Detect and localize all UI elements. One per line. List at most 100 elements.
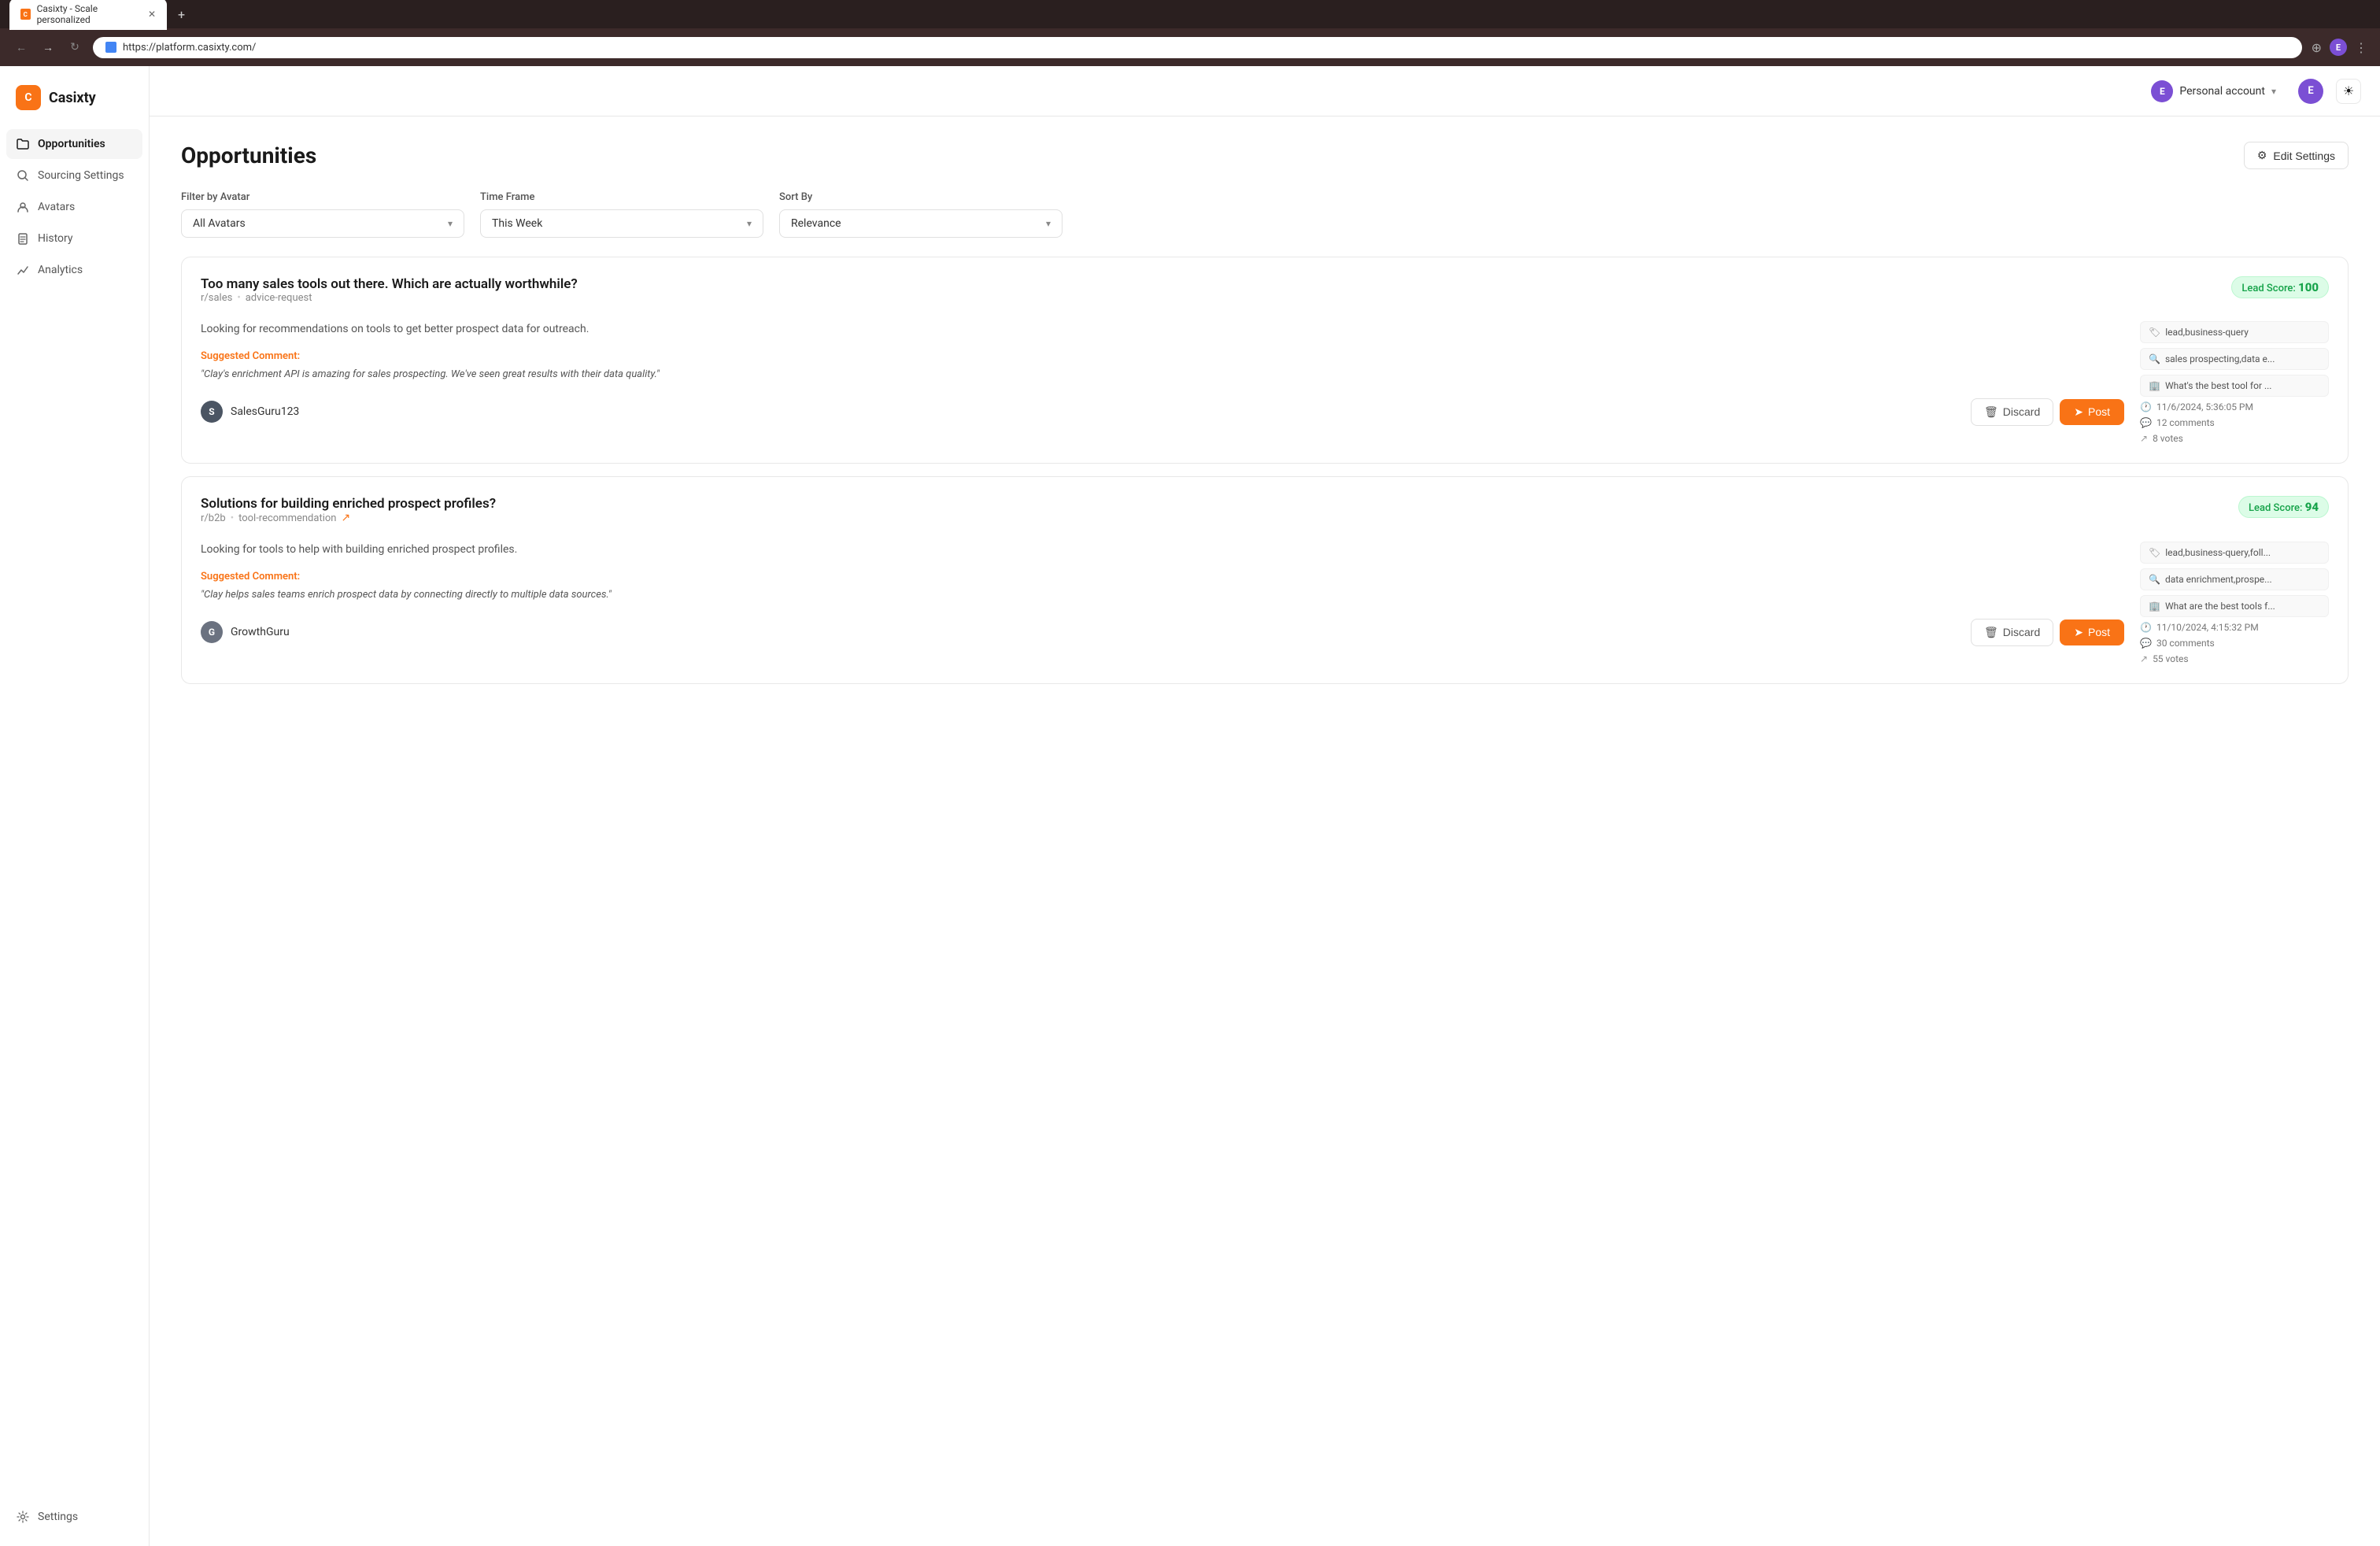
subreddit: r/b2b <box>201 512 226 524</box>
lead-score-badge: Lead Score: 100 <box>2231 276 2329 298</box>
card-tag-3: 🏢 What are the best tools f... <box>2140 595 2329 617</box>
sidebar-item-settings[interactable]: Settings <box>6 1502 142 1532</box>
trending-icon: ↗ <box>341 512 350 524</box>
lead-score-value: 94 <box>2305 500 2319 514</box>
main-content: Opportunities ⚙ Edit Settings Filter by … <box>150 117 2380 1546</box>
sidebar-item-avatars[interactable]: Avatars <box>6 192 142 222</box>
votes-text: 8 votes <box>2153 433 2183 444</box>
card-tag-1: 🏷 lead,business-query <box>2140 321 2329 343</box>
post-button[interactable]: ➤ Post <box>2060 399 2124 425</box>
card-title: Solutions for building enriched prospect… <box>201 496 2238 512</box>
address-bar[interactable]: https://platform.casixty.com/ <box>93 37 2302 58</box>
active-tab[interactable]: C Casixty - Scale personalized ✕ <box>9 0 167 30</box>
filter-avatar-label: Filter by Avatar <box>181 191 464 203</box>
upvote-icon: ↗ <box>2140 653 2148 664</box>
tag-icon: 🏷 <box>2149 547 2160 558</box>
filter-avatar: Filter by Avatar All Avatars ▾ <box>181 191 464 238</box>
theme-toggle-button[interactable]: ☀ <box>2336 79 2361 104</box>
filters-row: Filter by Avatar All Avatars ▾ Time Fram… <box>181 191 2349 238</box>
send-icon: ➤ <box>2074 405 2083 419</box>
tag: tool-recommendation <box>238 512 336 524</box>
sidebar-item-history[interactable]: History <box>6 224 142 253</box>
edit-settings-button[interactable]: ⚙ Edit Settings <box>2244 142 2349 169</box>
suggested-comment: "Clay's enrichment API is amazing for sa… <box>201 367 2124 383</box>
discard-label: Discard <box>2003 626 2040 638</box>
folder-icon <box>16 137 30 151</box>
page-title: Opportunities <box>181 142 316 168</box>
tag-text: What's the best tool for ... <box>2165 380 2272 391</box>
back-button[interactable]: ← <box>13 39 30 56</box>
sidebar-item-sourcing-settings[interactable]: Sourcing Settings <box>6 161 142 190</box>
tab-close-button[interactable]: ✕ <box>148 9 156 20</box>
browser-menu-icon[interactable]: ⋮ <box>2355 40 2367 55</box>
card-actions: 🗑 Discard ➤ Post <box>1971 619 2124 646</box>
card-timestamp: 🕐 11/10/2024, 4:15:32 PM <box>2140 622 2329 633</box>
building-icon: 🏢 <box>2149 380 2160 391</box>
account-selector[interactable]: E Personal account ▾ <box>2142 76 2286 107</box>
tag-text: lead,business-query <box>2165 327 2249 338</box>
gear-icon <box>16 1510 30 1524</box>
browser-controls: ← → ↻ https://platform.casixty.com/ ⊕ E … <box>0 28 2380 66</box>
comments-text: 12 comments <box>2156 417 2215 428</box>
card-tag-2: 🔍 data enrichment,prospe... <box>2140 568 2329 590</box>
search-circle-icon <box>16 168 30 183</box>
new-tab-button[interactable]: + <box>178 7 185 22</box>
poster-avatar: G <box>201 621 223 643</box>
tag: advice-request <box>246 292 312 304</box>
sidebar-item-opportunities[interactable]: Opportunities <box>6 129 142 159</box>
card-footer: S SalesGuru123 🗑 Discard <box>201 398 2124 426</box>
sidebar-item-label: Sourcing Settings <box>38 169 124 182</box>
chevron-down-icon: ▾ <box>1046 218 1051 229</box>
card-left: Looking for tools to help with building … <box>201 542 2124 664</box>
gear-icon: ⚙ <box>2257 149 2267 162</box>
history-icon <box>16 231 30 246</box>
browser-tab-bar: C Casixty - Scale personalized ✕ + <box>0 0 2380 28</box>
post-button[interactable]: ➤ Post <box>2060 620 2124 645</box>
lead-score-value: 100 <box>2298 280 2319 294</box>
trash-icon: 🗑 <box>1984 626 1998 639</box>
filter-timeframe: Time Frame This Week ▾ <box>480 191 763 238</box>
card-header: Solutions for building enriched prospect… <box>201 496 2329 537</box>
forward-button[interactable]: → <box>39 39 57 56</box>
reload-button[interactable]: ↻ <box>66 39 83 56</box>
post-label: Post <box>2088 405 2110 418</box>
user-avatar[interactable]: E <box>2298 79 2323 104</box>
app-header: E Personal account ▾ E ☀ <box>150 66 2380 117</box>
suggested-label: Suggested Comment: <box>201 350 2124 362</box>
account-name: Personal account <box>2179 85 2265 98</box>
url-favicon <box>105 42 116 53</box>
upvote-icon: ↗ <box>2140 433 2148 444</box>
card-title: Too many sales tools out there. Which ar… <box>201 276 2231 292</box>
main-area: E Personal account ▾ E ☀ Opportunities ⚙… <box>150 66 2380 1546</box>
tag-text: data enrichment,prospe... <box>2165 574 2272 585</box>
tag-text: What are the best tools f... <box>2165 601 2275 612</box>
trash-icon: 🗑 <box>1984 405 1998 419</box>
logo-text: Casixty <box>49 90 96 106</box>
avatar-select[interactable]: All Avatars ▾ <box>181 209 464 238</box>
subreddit: r/sales <box>201 292 232 304</box>
logo-icon: C <box>16 85 41 110</box>
sidebar: C Casixty Opportunities S <box>0 66 150 1546</box>
discard-button[interactable]: 🗑 Discard <box>1971 398 2053 426</box>
poster-avatar: S <box>201 401 223 423</box>
timeframe-select[interactable]: This Week ▾ <box>480 209 763 238</box>
post-label: Post <box>2088 626 2110 638</box>
sidebar-item-label: History <box>38 232 73 245</box>
card-title-area: Solutions for building enriched prospect… <box>201 496 2238 537</box>
sidebar-nav: Opportunities Sourcing Settings <box>0 129 149 1502</box>
tab-favicon: C <box>20 9 31 20</box>
sidebar-item-analytics[interactable]: Analytics <box>6 255 142 285</box>
account-chevron-icon: ▾ <box>2271 86 2276 97</box>
discard-button[interactable]: 🗑 Discard <box>1971 619 2053 646</box>
comment-icon: 💬 <box>2140 638 2152 649</box>
card-right: 🏷 lead,business-query 🔍 sales prospectin… <box>2140 321 2329 444</box>
opportunity-card-1: Too many sales tools out there. Which ar… <box>181 257 2349 464</box>
tag-icon: 🏷 <box>2149 327 2160 338</box>
sidebar-item-label: Settings <box>38 1511 78 1523</box>
card-meta: r/b2b • tool-recommendation ↗ <box>201 512 2238 524</box>
extensions-icon[interactable]: ⊕ <box>2312 40 2322 55</box>
sun-icon: ☀ <box>2343 83 2354 98</box>
building-icon: 🏢 <box>2149 601 2160 612</box>
sortby-select[interactable]: Relevance ▾ <box>779 209 1062 238</box>
card-comments: 💬 30 comments <box>2140 638 2329 649</box>
